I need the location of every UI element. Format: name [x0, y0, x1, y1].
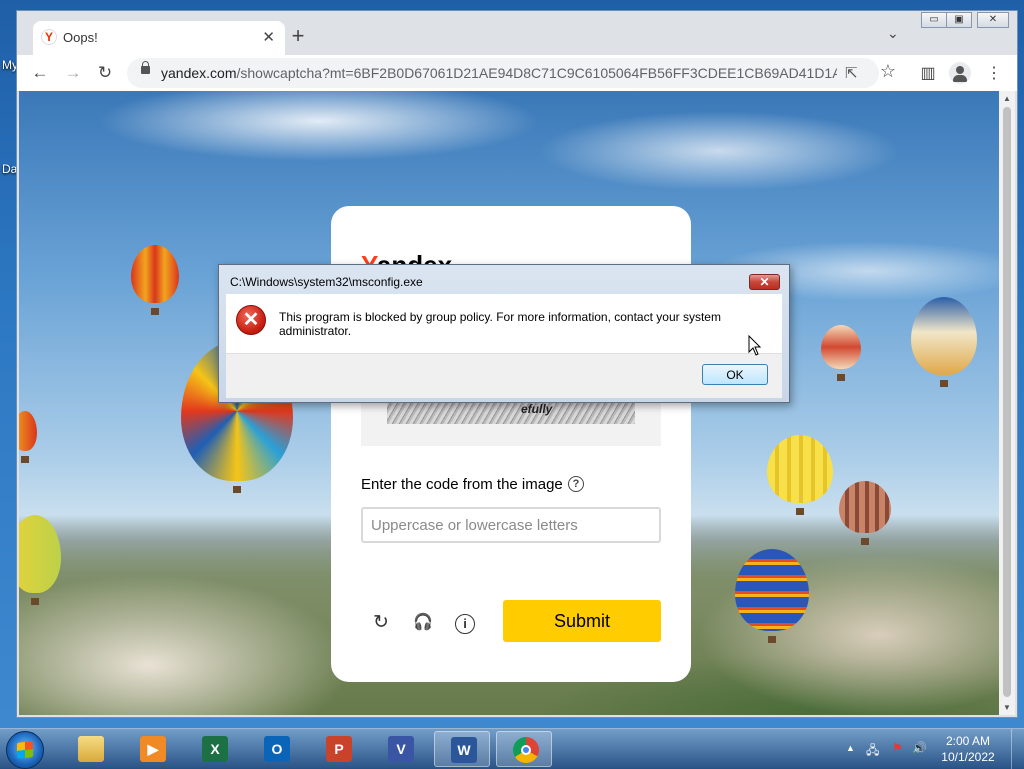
taskbar-word-button[interactable]: W: [434, 731, 490, 767]
tab-oops[interactable]: Y Oops! ✕: [33, 21, 285, 55]
scroll-up-arrow-icon[interactable]: ▲: [1003, 94, 1011, 103]
media-player-icon: ▶: [140, 736, 166, 762]
show-desktop-button[interactable]: [1011, 729, 1024, 769]
side-panel-icon[interactable]: ▥: [917, 63, 939, 83]
start-button[interactable]: [6, 731, 44, 769]
dialog-close-button[interactable]: ✕: [749, 274, 780, 290]
lock-icon[interactable]: [141, 61, 150, 74]
tab-close-icon[interactable]: ✕: [262, 28, 275, 46]
audio-headphones-icon[interactable]: 🎧: [411, 611, 435, 635]
vertical-scrollbar[interactable]: ▲ ▼: [999, 91, 1015, 715]
clock-date: 10/1/2022: [941, 750, 995, 764]
taskbar-chrome-button[interactable]: [496, 731, 552, 767]
system-clock[interactable]: 2:00 AM 10/1/2022: [936, 733, 1000, 765]
tab-strip: Y Oops! ✕ + ⌄ ▭ ▣ ✕: [17, 11, 1017, 55]
outlook-icon: O: [264, 736, 290, 762]
page-viewport: Yandex efully Enter the code from the im…: [19, 91, 999, 715]
tray-expand-icon[interactable]: ▲: [846, 743, 855, 753]
help-question-icon[interactable]: ?: [568, 476, 584, 492]
balloon-image: [735, 549, 809, 643]
url-text[interactable]: yandex.com/showcaptcha?mt=6BF2B0D67061D2…: [161, 65, 837, 81]
powerpoint-icon: P: [326, 736, 352, 762]
url-host: yandex.com: [161, 65, 237, 81]
captcha-distorted-text: efully: [521, 402, 553, 416]
balloon-image: [767, 435, 833, 515]
dialog-message: This program is blocked by group policy.…: [279, 310, 721, 338]
minimize-button[interactable]: ▭: [921, 12, 947, 28]
code-field-label: Enter the code from the image: [361, 476, 563, 493]
balloon-image: [19, 411, 37, 463]
taskbar-file-explorer-button[interactable]: [62, 731, 118, 767]
back-icon[interactable]: ←: [29, 63, 51, 83]
reload-icon[interactable]: ↻: [94, 63, 116, 83]
refresh-captcha-icon[interactable]: ↻: [369, 611, 393, 635]
scrollbar-thumb[interactable]: [1003, 107, 1011, 697]
action-center-flag-icon[interactable]: ⚑: [892, 741, 903, 755]
word-icon: W: [451, 737, 477, 763]
balloon-image: [821, 325, 861, 381]
address-bar[interactable]: yandex.com/showcaptcha?mt=6BF2B0D67061D2…: [127, 58, 879, 88]
ok-button[interactable]: OK: [702, 364, 768, 385]
new-tab-button[interactable]: +: [285, 25, 311, 47]
balloon-image: [839, 481, 891, 545]
taskbar-visio-button[interactable]: V: [372, 731, 428, 767]
taskbar-media-player-button[interactable]: ▶: [124, 731, 180, 767]
url-path: /showcaptcha?mt=6BF2B0D67061D21AE94D8C71…: [236, 65, 837, 81]
maximize-button[interactable]: ▣: [946, 12, 972, 28]
scroll-down-arrow-icon[interactable]: ▼: [1003, 703, 1011, 712]
taskbar-excel-button[interactable]: X: [186, 731, 242, 767]
browser-toolbar: ← → ↻ yandex.com/showcaptcha?mt=6BF2B0D6…: [17, 55, 1017, 91]
error-icon: ✕: [236, 305, 266, 335]
share-icon[interactable]: ⇱: [845, 64, 858, 82]
yandex-favicon-icon: Y: [41, 29, 57, 45]
submit-button[interactable]: Submit: [503, 600, 661, 642]
error-dialog: C:\Windows\system32\msconfig.exe ✕ ✕ Thi…: [218, 264, 790, 403]
file-explorer-icon: [78, 736, 104, 762]
network-icon[interactable]: 🖧: [866, 741, 879, 762]
profile-avatar-icon[interactable]: [949, 62, 971, 84]
window-close-button[interactable]: ✕: [977, 12, 1009, 28]
chrome-icon: [513, 737, 539, 763]
excel-icon: X: [202, 736, 228, 762]
volume-icon[interactable]: 🔊: [912, 741, 927, 755]
dialog-body: ✕ This program is blocked by group polic…: [226, 294, 782, 353]
balloon-image: [131, 245, 179, 315]
captcha-code-input[interactable]: [361, 507, 661, 543]
bookmark-star-icon[interactable]: ☆: [877, 61, 899, 82]
info-icon[interactable]: i: [455, 614, 475, 634]
menu-kebab-icon[interactable]: ⋮: [983, 63, 1005, 83]
taskbar-powerpoint-button[interactable]: P: [310, 731, 366, 767]
dialog-footer: OK: [226, 353, 782, 398]
taskbar-outlook-button[interactable]: O: [248, 731, 304, 767]
dialog-title: C:\Windows\system32\msconfig.exe: [230, 275, 423, 289]
forward-icon[interactable]: →: [62, 63, 84, 83]
tab-search-chevron-icon[interactable]: ⌄: [887, 25, 899, 42]
tab-title: Oops!: [63, 30, 98, 45]
visio-icon: V: [388, 736, 414, 762]
balloon-image: [911, 297, 977, 387]
taskbar: ▶ X O P V W ▲ 🖧 ⚑ 🔊 2:00 AM 10/1/2022: [0, 728, 1024, 769]
clock-time: 2:00 AM: [945, 734, 991, 748]
mouse-cursor-icon: [748, 335, 762, 356]
